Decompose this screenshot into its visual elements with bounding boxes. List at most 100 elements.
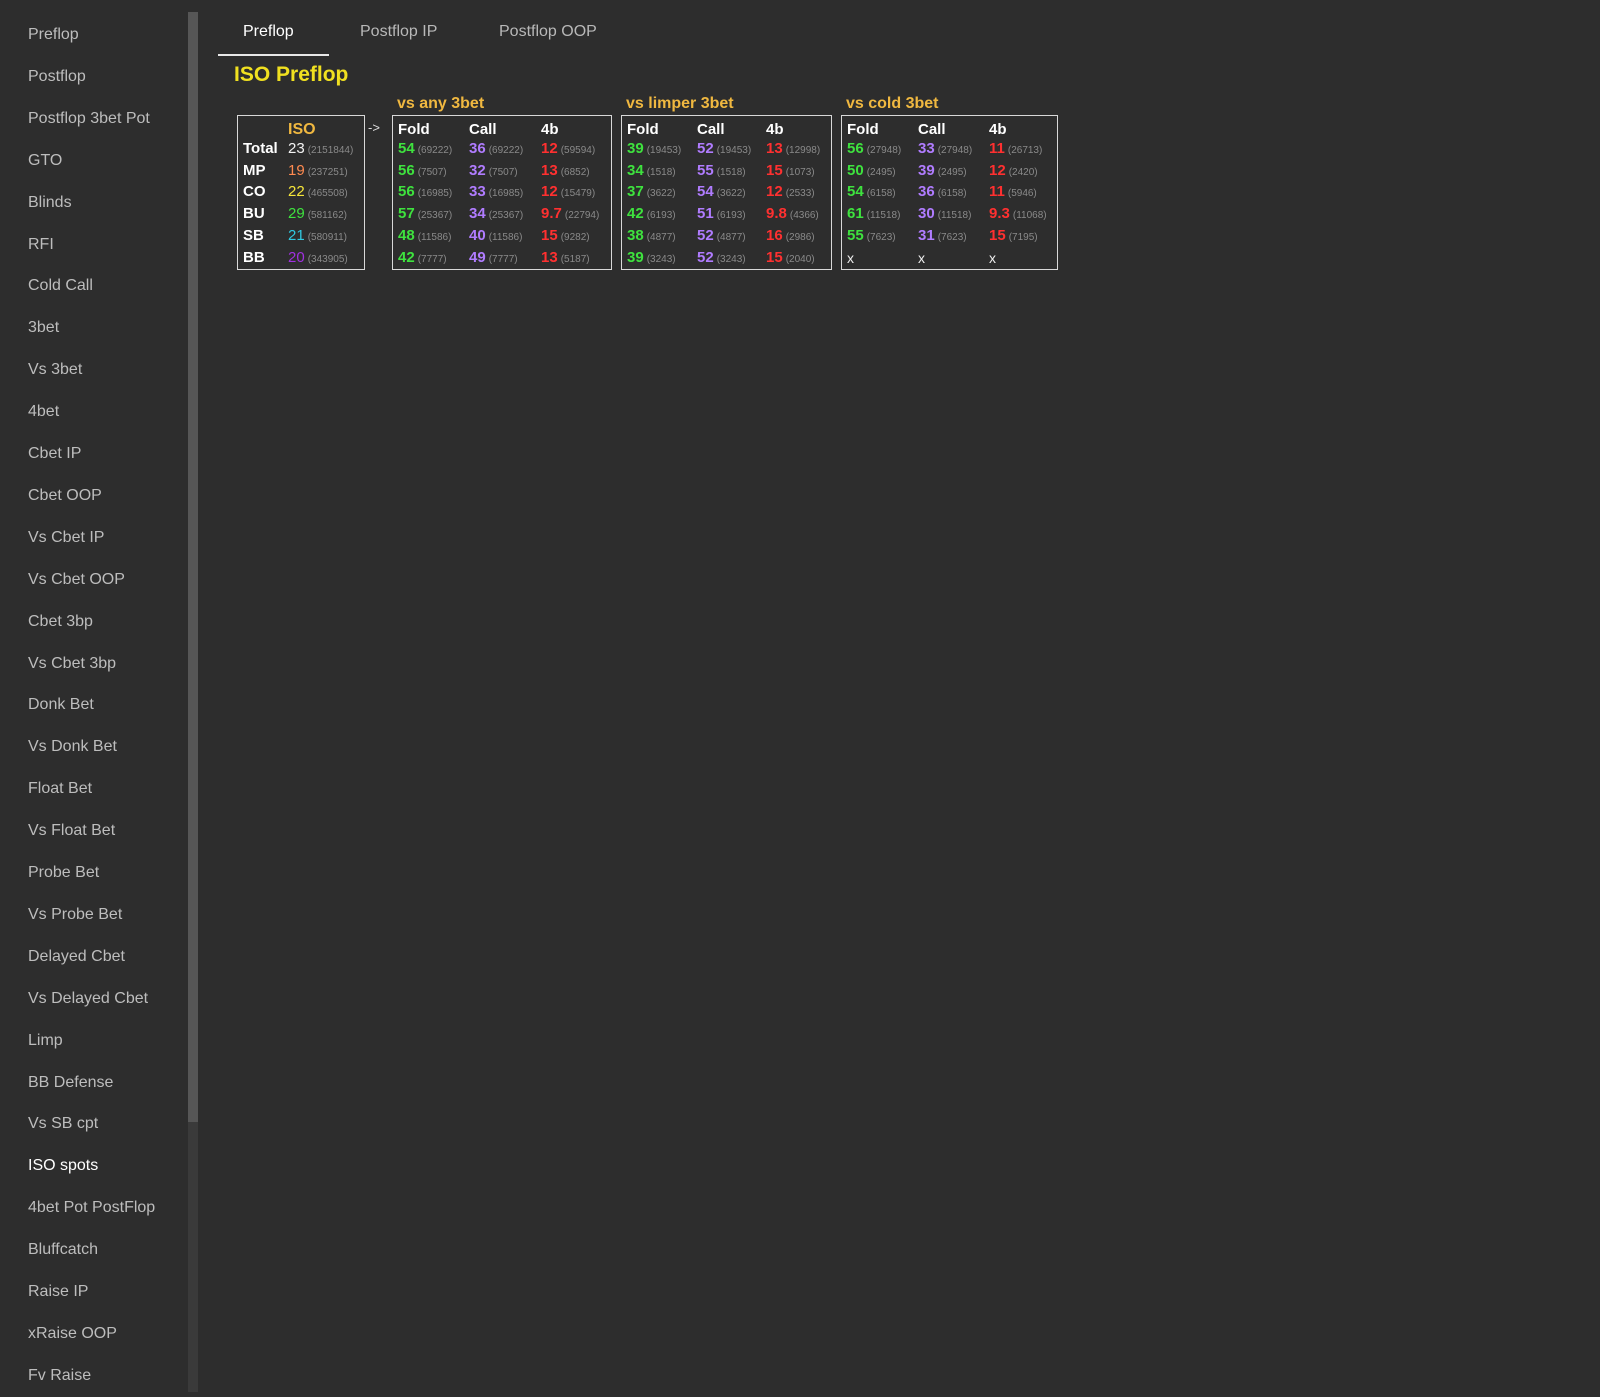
sidebar-item-float-bet[interactable]: Float Bet — [28, 779, 92, 799]
call-cell: 34 (25367) — [469, 204, 523, 226]
sidebar-item-donk-bet[interactable]: Donk Bet — [28, 695, 94, 715]
four-bet-value: 16 — [766, 226, 783, 244]
fold-cell: 54 (6158) — [847, 182, 896, 204]
sidebar-item-vs-sb-cpt[interactable]: Vs SB cpt — [28, 1114, 98, 1134]
four-bet-value: x — [989, 249, 996, 266]
sidebar-item-cold-call[interactable]: Cold Call — [28, 276, 93, 296]
sidebar-item-fv-raise[interactable]: Fv Raise — [28, 1366, 91, 1386]
fold-cell: 37 (3622) — [627, 182, 676, 204]
sample-count: (22794) — [564, 210, 600, 222]
sidebar-item-raise-ip[interactable]: Raise IP — [28, 1282, 88, 1302]
sidebar-item-4bet[interactable]: 4bet — [28, 402, 59, 422]
sidebar-item-vs-cbet-ip[interactable]: Vs Cbet IP — [28, 528, 104, 548]
four-bet-value: 12 — [989, 161, 1006, 179]
sidebar-item-vs-cbet-oop[interactable]: Vs Cbet OOP — [28, 570, 125, 590]
sidebar-item-vs-cbet-3bp[interactable]: Vs Cbet 3bp — [28, 654, 116, 674]
sidebar-item-cbet-3bp[interactable]: Cbet 3bp — [28, 612, 93, 632]
sidebar-item-preflop[interactable]: Preflop — [28, 25, 79, 45]
sidebar-item-delayed-cbet[interactable]: Delayed Cbet — [28, 947, 125, 967]
fold-value: 37 — [627, 183, 644, 201]
sidebar-item-vs-probe-bet[interactable]: Vs Probe Bet — [28, 905, 122, 925]
fold-value: 55 — [847, 226, 864, 244]
fold-value: 56 — [398, 183, 415, 201]
sidebar-item-4bet-pot-postflop[interactable]: 4bet Pot PostFlop — [28, 1198, 155, 1218]
sidebar-scroll-thumb[interactable] — [188, 12, 198, 1122]
sidebar-item-postflop-3bet-pot[interactable]: Postflop 3bet Pot — [28, 109, 150, 129]
call-value: 55 — [697, 161, 714, 179]
four-bet-cell: 9.3 (11068) — [989, 204, 1047, 226]
sample-count: (2533) — [785, 188, 815, 200]
sidebar-item-3bet[interactable]: 3bet — [28, 318, 59, 338]
iso-cell: 20 (343905) — [288, 248, 348, 270]
sidebar-item-gto[interactable]: GTO — [28, 151, 62, 171]
fold-cell: 61 (11518) — [847, 204, 900, 226]
iso-cell: 29 (581162) — [288, 204, 347, 226]
sample-count: (7195) — [1008, 231, 1038, 243]
fold-cell: 34 (1518) — [627, 161, 676, 183]
sidebar-item-rfi[interactable]: RFI — [28, 235, 54, 255]
sidebar-item-vs-donk-bet[interactable]: Vs Donk Bet — [28, 737, 117, 757]
iso-cell: 22 (465508) — [288, 182, 348, 204]
sample-count: (1073) — [785, 166, 815, 178]
sidebar-item-bb-defense[interactable]: BB Defense — [28, 1073, 113, 1093]
four-bet-value: 13 — [541, 248, 558, 266]
sample-count: (11518) — [937, 210, 972, 222]
tab-postflop-oop[interactable]: Postflop OOP — [499, 22, 597, 42]
iso-cell: 21 (580911) — [288, 226, 347, 248]
position-label: CO — [243, 183, 266, 201]
sidebar-item-blinds[interactable]: Blinds — [28, 193, 72, 213]
column-header-four-bet: 4b — [989, 121, 1007, 138]
sidebar-item-vs-3bet[interactable]: Vs 3bet — [28, 360, 82, 380]
iso-cell: 19 (237251) — [288, 161, 348, 183]
call-cell: 33 (16985) — [469, 182, 523, 204]
sidebar-item-iso-spots[interactable]: ISO spots — [28, 1156, 98, 1176]
sample-count: (25367) — [417, 210, 453, 222]
call-cell: 30 (11518) — [918, 204, 971, 226]
sidebar-scrollbar[interactable] — [188, 12, 198, 1392]
sidebar-item-probe-bet[interactable]: Probe Bet — [28, 863, 99, 883]
sidebar-item-vs-delayed-cbet[interactable]: Vs Delayed Cbet — [28, 989, 148, 1009]
sidebar-nav: Preflop Postflop Postflop 3bet Pot GTO Blind… — [0, 0, 188, 1397]
call-cell: 31 (7623) — [918, 226, 967, 248]
four-bet-value: 15 — [989, 226, 1006, 244]
call-cell: 39 (2495) — [918, 161, 967, 183]
four-bet-value: 12 — [541, 183, 558, 201]
four-bet-value: 12 — [541, 140, 558, 157]
iso-value: 29 — [288, 205, 305, 223]
sidebar-item-postflop[interactable]: Postflop — [28, 67, 86, 87]
sample-count: (2151844) — [307, 145, 354, 156]
fold-cell: 39 (3243) — [627, 248, 676, 270]
position-label: MP — [243, 161, 266, 179]
page-title: ISO Preflop — [234, 63, 349, 86]
tab-preflop[interactable]: Preflop — [243, 22, 294, 42]
sample-count: (3243) — [716, 253, 746, 265]
position-label: Total — [243, 140, 278, 157]
sidebar-item-limp[interactable]: Limp — [28, 1031, 63, 1051]
sidebar-item-cbet-ip[interactable]: Cbet IP — [28, 444, 81, 464]
sample-count: (27948) — [866, 145, 902, 156]
iso-value: 23 — [288, 140, 305, 157]
column-header-four-bet: 4b — [766, 121, 784, 138]
sample-count: (16985) — [488, 188, 524, 200]
call-value: 33 — [469, 183, 486, 201]
sidebar-item-vs-float-bet[interactable]: Vs Float Bet — [28, 821, 115, 841]
iso-table: ISO Total 23 (2151844) MP 19 (237251) CO 22 (465… — [237, 115, 365, 270]
iso-value: 22 — [288, 183, 305, 201]
sample-count: (2495) — [937, 166, 967, 178]
tab-postflop-ip[interactable]: Postflop IP — [360, 22, 437, 42]
sample-count: (4877) — [646, 231, 676, 243]
fold-value: 50 — [847, 161, 864, 179]
call-value: 51 — [697, 205, 714, 223]
sample-count: (580911) — [307, 231, 347, 243]
four-bet-cell: 12 (2533) — [766, 182, 815, 204]
sidebar-item-bluffcatch[interactable]: Bluffcatch — [28, 1240, 98, 1260]
group-title-vs-limper-3bet: vs limper 3bet — [626, 95, 734, 112]
column-header-four-bet: 4b — [541, 121, 559, 138]
position-label: BU — [243, 205, 265, 223]
sidebar-item-xraise-oop[interactable]: xRaise OOP — [28, 1324, 117, 1344]
four-bet-cell: 12 (2420) — [989, 161, 1038, 183]
fold-cell: 50 (2495) — [847, 161, 896, 183]
sample-count: (1518) — [646, 166, 676, 178]
sidebar-item-cbet-oop[interactable]: Cbet OOP — [28, 486, 102, 506]
sample-count: (7507) — [488, 166, 518, 178]
